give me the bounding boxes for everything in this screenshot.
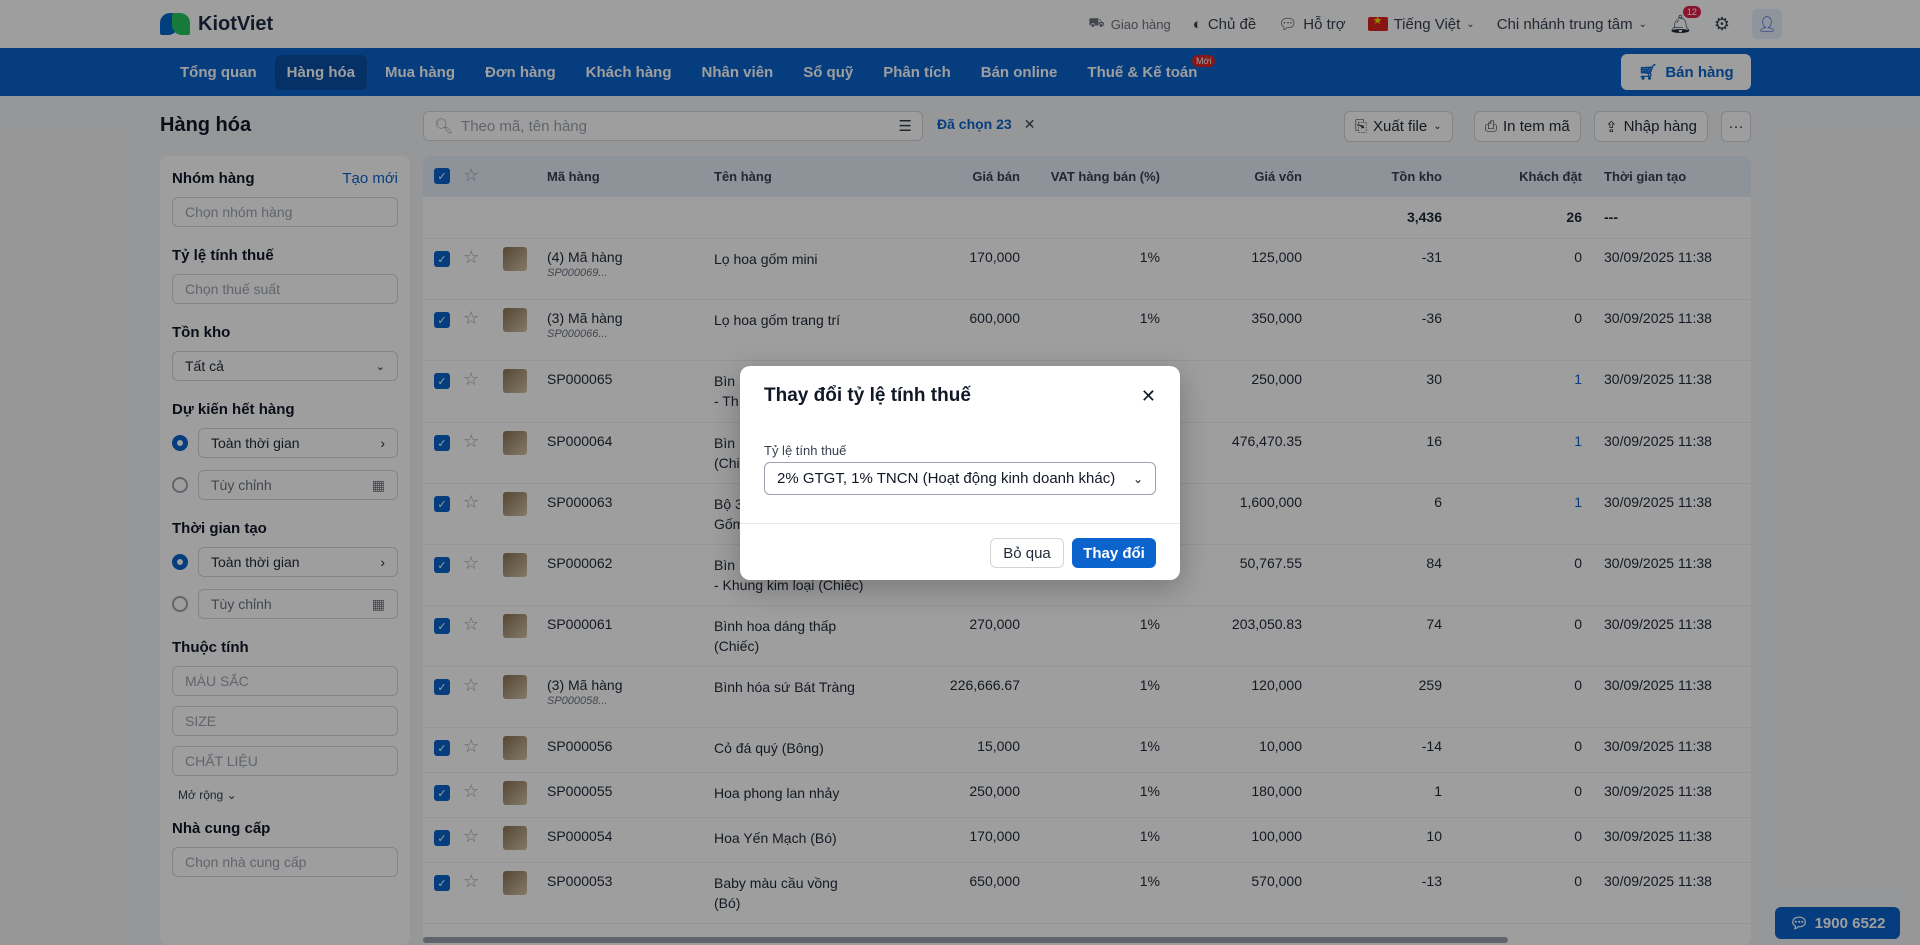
cancel-button[interactable]: Bỏ qua (990, 538, 1064, 568)
tax-rate-dropdown[interactable]: 2% GTGT, 1% TNCN (Hoạt động kinh doanh k… (764, 462, 1156, 495)
close-icon[interactable]: ✕ (1141, 386, 1156, 407)
chevron-down-icon: ⌄ (1132, 471, 1143, 486)
change-tax-rate-dialog: Thay đổi tỷ lệ tính thuế ✕ Tỷ lệ tính th… (740, 366, 1180, 580)
dialog-divider (740, 523, 1180, 524)
tax-rate-label: Tỷ lệ tính thuế (764, 443, 847, 458)
confirm-change-button[interactable]: Thay đổi (1072, 538, 1156, 568)
dialog-title: Thay đổi tỷ lệ tính thuế (764, 385, 971, 406)
